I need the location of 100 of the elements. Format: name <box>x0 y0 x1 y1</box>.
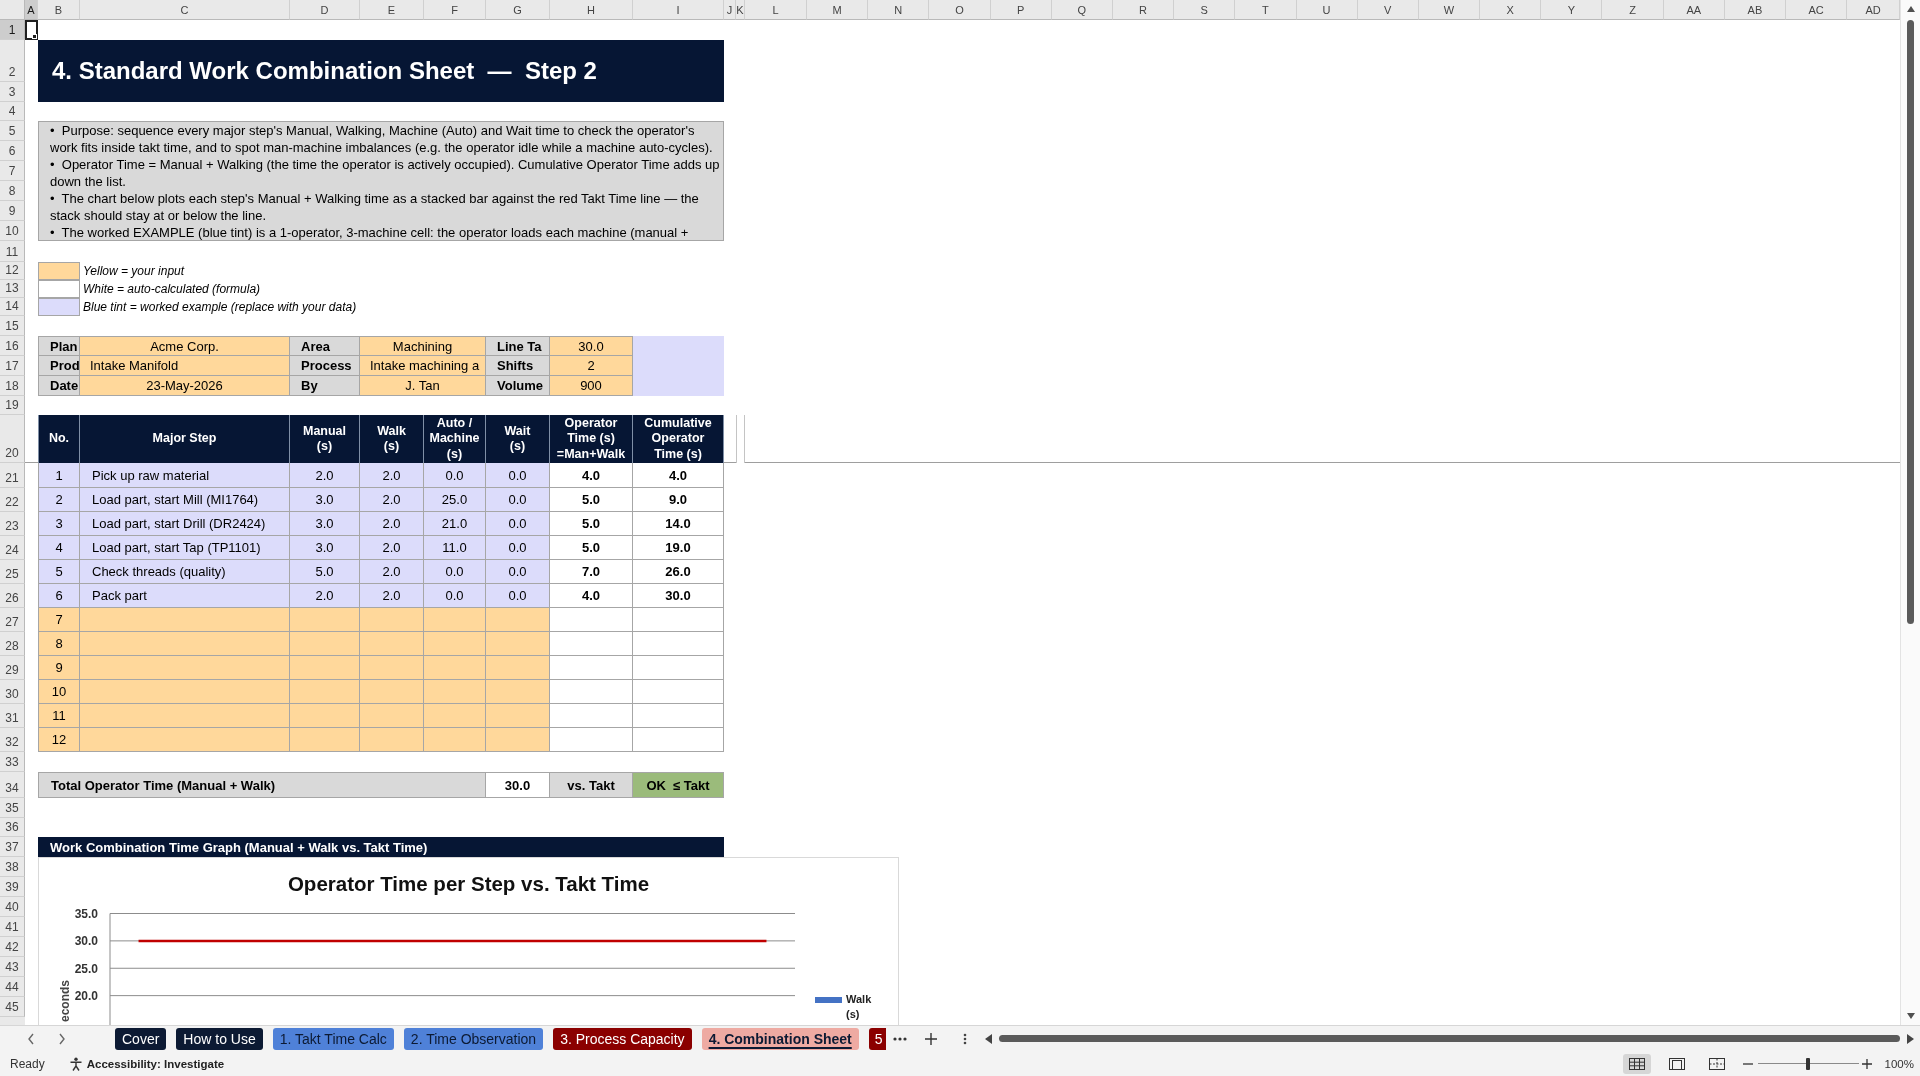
row-header[interactable]: 29 <box>0 656 25 680</box>
row-header[interactable]: 7 <box>0 161 25 181</box>
row-header[interactable]: 21 <box>0 463 25 488</box>
caret-right-icon[interactable] <box>1907 1033 1914 1044</box>
row-header[interactable]: 41 <box>0 917 25 937</box>
caret-left-icon[interactable] <box>985 1033 992 1044</box>
column-header[interactable]: L <box>745 0 807 20</box>
row-header[interactable]: 6 <box>0 141 25 161</box>
row-header[interactable]: 16 <box>0 336 25 356</box>
column-header[interactable]: Y <box>1541 0 1603 20</box>
row-header[interactable]: 12 <box>0 262 25 280</box>
vertical-dots-icon[interactable] <box>963 1032 967 1045</box>
caret-up-icon[interactable] <box>1905 5 1916 13</box>
accessibility-button[interactable]: Accessibility: Investigate <box>68 1056 225 1071</box>
row-header[interactable]: 10 <box>0 221 25 241</box>
row-header[interactable]: 11 <box>0 241 25 262</box>
row-header[interactable]: 22 <box>0 488 25 512</box>
row-header[interactable]: 28 <box>0 632 25 656</box>
column-header[interactable]: G <box>486 0 550 20</box>
row-header[interactable]: 20 <box>0 415 25 463</box>
row-header[interactable]: 13 <box>0 280 25 298</box>
sheet-tab[interactable]: 5 <box>868 1027 886 1050</box>
row-header[interactable]: 30 <box>0 680 25 704</box>
row-header[interactable]: 3 <box>0 82 25 102</box>
row-header[interactable]: 43 <box>0 957 25 977</box>
column-header[interactable]: B <box>38 0 80 20</box>
column-header[interactable]: V <box>1357 0 1419 20</box>
minus-icon[interactable] <box>1742 1062 1753 1065</box>
sheet-tab[interactable]: 4. Combination Sheet <box>701 1027 859 1050</box>
column-header[interactable]: N <box>868 0 930 20</box>
row-header[interactable]: 1 <box>0 20 25 40</box>
row-header[interactable]: 38 <box>0 857 25 877</box>
column-header[interactable]: Q <box>1051 0 1113 20</box>
sheet-tab[interactable]: How to Use <box>176 1027 263 1050</box>
caret-down-icon[interactable] <box>1905 1012 1916 1020</box>
column-header[interactable]: AD <box>1847 0 1900 20</box>
column-header[interactable]: U <box>1296 0 1358 20</box>
row-header[interactable]: 14 <box>0 298 25 316</box>
row-header[interactable]: 25 <box>0 560 25 584</box>
row-header[interactable]: 15 <box>0 316 25 336</box>
row-header[interactable]: 19 <box>0 396 25 415</box>
scroll-thumb[interactable] <box>999 1035 1900 1042</box>
table-cell: 9 <box>38 656 80 680</box>
column-header[interactable]: M <box>807 0 869 20</box>
row-header[interactable]: 45 <box>0 997 25 1017</box>
row-header[interactable]: 33 <box>0 752 25 772</box>
row-header[interactable]: 18 <box>0 376 25 396</box>
row-header[interactable]: 4 <box>0 102 25 121</box>
row-header[interactable]: 40 <box>0 897 25 917</box>
chevron-left-icon[interactable] <box>26 1031 36 1046</box>
row-header[interactable]: 26 <box>0 584 25 608</box>
plus-icon[interactable] <box>1861 1058 1872 1069</box>
row-header[interactable]: 31 <box>0 704 25 728</box>
column-header[interactable]: C <box>80 0 290 20</box>
column-header[interactable]: A <box>25 0 38 20</box>
column-header[interactable]: AA <box>1663 0 1725 20</box>
column-header[interactable]: F <box>424 0 486 20</box>
column-header[interactable]: P <box>990 0 1052 20</box>
column-header[interactable]: D <box>290 0 360 20</box>
column-header[interactable]: S <box>1174 0 1236 20</box>
row-header[interactable]: 23 <box>0 512 25 536</box>
row-header[interactable]: 9 <box>0 201 25 221</box>
zoom-percentage[interactable]: 100% <box>1884 1057 1914 1070</box>
row-header[interactable]: 17 <box>0 356 25 376</box>
more-icon[interactable] <box>893 1036 907 1041</box>
row-header[interactable]: 24 <box>0 536 25 560</box>
row-header[interactable]: 44 <box>0 977 25 997</box>
row-header[interactable]: 37 <box>0 837 25 857</box>
view-button[interactable] <box>1622 1053 1651 1074</box>
sheet-tab[interactable]: 2. Time Observation <box>403 1027 544 1050</box>
sheet-tab[interactable]: 3. Process Capacity <box>553 1027 692 1050</box>
column-header[interactable]: X <box>1480 0 1542 20</box>
row-header[interactable]: 8 <box>0 181 25 201</box>
row-header[interactable]: 42 <box>0 937 25 957</box>
column-header[interactable]: H <box>550 0 633 20</box>
column-header[interactable]: W <box>1418 0 1481 20</box>
row-header[interactable]: 5 <box>0 121 25 141</box>
column-header[interactable]: Z <box>1602 0 1664 20</box>
table-cell: 0.0 <box>486 463 550 488</box>
row-header[interactable]: 36 <box>0 818 25 837</box>
slider-thumb[interactable] <box>1806 1057 1811 1070</box>
column-header[interactable]: O <box>929 0 991 20</box>
row-header[interactable]: 39 <box>0 877 25 897</box>
row-header[interactable]: 27 <box>0 608 25 632</box>
column-header[interactable]: I <box>633 0 724 20</box>
row-header[interactable]: 35 <box>0 798 25 818</box>
row-header[interactable]: 32 <box>0 728 25 752</box>
row-header[interactable]: 2 <box>0 40 25 82</box>
column-header[interactable]: T <box>1235 0 1297 20</box>
plus-icon[interactable] <box>925 1032 937 1045</box>
scroll-thumb[interactable] <box>1907 20 1914 624</box>
sheet-tab[interactable]: Cover <box>115 1027 167 1050</box>
sheet-tab[interactable]: 1. Takt Time Calc <box>272 1027 394 1050</box>
row-header[interactable]: 34 <box>0 772 25 798</box>
column-header[interactable]: R <box>1112 0 1175 20</box>
column-header[interactable]: J <box>724 0 736 20</box>
chevron-right-icon[interactable] <box>57 1031 67 1046</box>
column-header[interactable]: E <box>360 0 424 20</box>
column-header[interactable]: AC <box>1786 0 1848 20</box>
column-header[interactable]: AB <box>1724 0 1786 20</box>
